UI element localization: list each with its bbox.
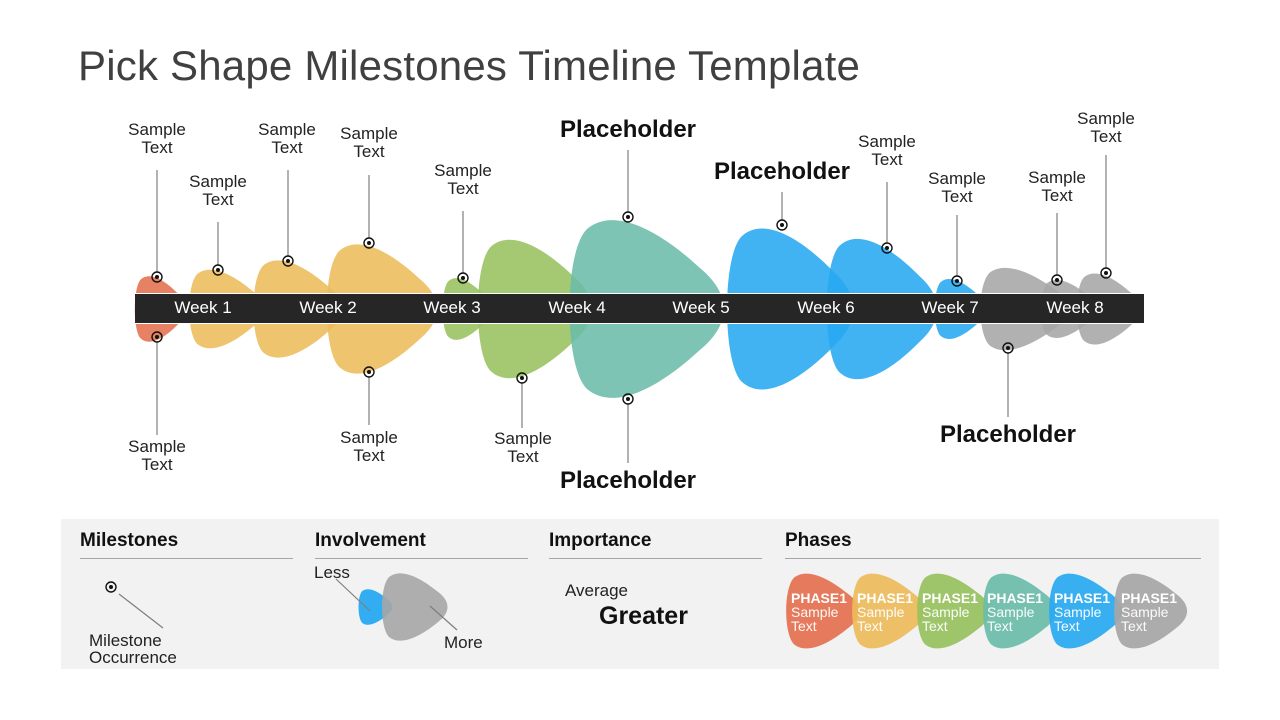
placeholder-label: Placeholder <box>713 158 851 185</box>
timeline-bar <box>135 293 1144 324</box>
milestone-label: Sample Text <box>434 161 492 198</box>
placeholder-label: Placeholder <box>559 116 697 143</box>
phase-item: PHASE1 Sample Text <box>1121 590 1178 634</box>
involvement-more-label: More <box>444 633 483 652</box>
legend-panel: Milestones Milestone Occurrence Involveme… <box>61 519 1219 669</box>
involvement-less-label: Less <box>314 563 350 582</box>
milestone-label: Sample Text <box>858 132 916 169</box>
legend-heading-phases: Phases <box>785 530 852 551</box>
legend-leader-line <box>118 593 164 629</box>
milestone-label: Sample Text <box>1028 168 1086 205</box>
divider <box>80 558 293 559</box>
week-label: Week 7 <box>921 298 979 317</box>
milestone-label: Sample Text <box>1077 109 1135 146</box>
week-label: Week 2 <box>299 298 357 317</box>
week-label: Week 5 <box>672 298 730 317</box>
milestone-label: Sample Text <box>189 172 247 209</box>
milestone-occurrence-label: Milestone Occurrence <box>89 631 177 667</box>
week-label: Week 6 <box>797 298 855 317</box>
divider <box>549 558 762 559</box>
legend-heading-importance: Importance <box>549 530 652 551</box>
week-label: Week 3 <box>423 298 481 317</box>
divider <box>785 558 1201 559</box>
milestone-marker-icon <box>105 581 117 593</box>
involvement-more-shape <box>382 573 448 641</box>
placeholder-label: Placeholder <box>559 467 697 494</box>
milestone-label: Sample Text <box>340 124 398 161</box>
phase-item: PHASE1 Sample Text <box>857 590 914 634</box>
milestone-label: Sample Text <box>340 428 398 465</box>
timeline-shapes <box>134 150 1141 463</box>
milestone-label: Sample Text <box>928 169 986 206</box>
milestone-label: Sample Text <box>494 429 552 466</box>
week-label: Week 4 <box>548 298 606 317</box>
week-label: Week 1 <box>174 298 232 317</box>
milestone-label: Sample Text <box>258 120 316 157</box>
importance-average-label: Average <box>565 581 629 600</box>
legend-heading-involvement: Involvement <box>315 530 426 551</box>
week-label: Week 8 <box>1046 298 1104 317</box>
divider <box>315 558 528 559</box>
milestone-marker-icon <box>776 219 788 231</box>
phase-item: PHASE1 Sample Text <box>791 590 848 634</box>
phase-item: PHASE1 Sample Text <box>987 590 1044 634</box>
milestone-label: Sample Text <box>128 437 186 474</box>
importance-greater-label: Greater <box>599 602 688 630</box>
phase-item: PHASE1 Sample Text <box>922 590 979 634</box>
milestone-label: Sample Text <box>128 120 186 157</box>
legend-heading-milestones: Milestones <box>80 530 179 551</box>
milestone-marker-icon <box>622 211 634 223</box>
phase-item: PHASE1 Sample Text <box>1054 590 1111 634</box>
placeholder-label: Placeholder <box>939 421 1077 448</box>
